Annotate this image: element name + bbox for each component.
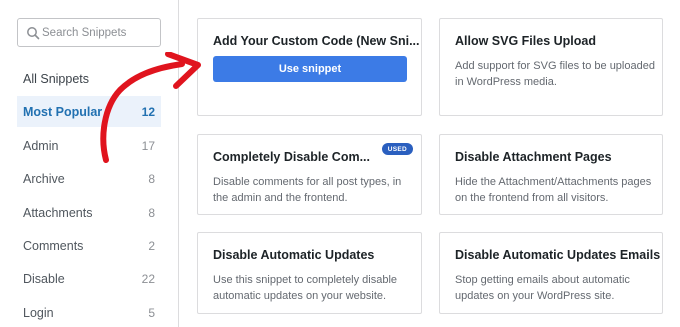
snippet-title: Completely Disable Com... bbox=[213, 150, 370, 164]
snippet-category-sidebar: All Snippets Most Popular 12 Admin 17 Ar… bbox=[0, 0, 179, 327]
snippet-card-disable-automatic-updates[interactable]: Disable Automatic Updates Use this snipp… bbox=[197, 232, 422, 314]
category-count: 17 bbox=[141, 138, 155, 153]
category-label: Attachments bbox=[23, 205, 93, 220]
snippet-description: Add support for SVG files to be uploaded… bbox=[455, 58, 655, 90]
category-most-popular[interactable]: Most Popular 12 bbox=[17, 96, 161, 127]
category-label: Comments bbox=[23, 238, 84, 253]
category-label: Admin bbox=[23, 138, 59, 153]
snippet-description: Disable comments for all post types, in … bbox=[213, 174, 401, 206]
category-label: All Snippets bbox=[23, 71, 90, 86]
description-line: Stop getting emails about automatic bbox=[455, 274, 630, 286]
description-line: Hide the Attachment/Attachments pages bbox=[455, 176, 652, 188]
search-icon bbox=[27, 27, 40, 40]
snippet-description: Stop getting emails about automatic upda… bbox=[455, 272, 630, 304]
category-admin[interactable]: Admin 17 bbox=[17, 130, 161, 161]
snippet-card-disable-update-emails[interactable]: Disable Automatic Updates Emails Stop ge… bbox=[439, 232, 663, 314]
description-line: the admin and the frontend. bbox=[213, 192, 348, 204]
category-count: 12 bbox=[141, 104, 155, 119]
description-line: Add support for SVG files to be uploaded bbox=[455, 60, 655, 72]
category-attachments[interactable]: Attachments 8 bbox=[17, 197, 161, 228]
category-archive[interactable]: Archive 8 bbox=[17, 163, 161, 194]
category-label: Disable bbox=[23, 271, 65, 286]
snippet-card-disable-attachment-pages[interactable]: Disable Attachment Pages Hide the Attach… bbox=[439, 134, 663, 215]
category-count: 8 bbox=[148, 171, 155, 186]
description-line: on the frontend from all visitors. bbox=[455, 192, 609, 204]
use-snippet-button[interactable]: Use snippet bbox=[213, 56, 407, 82]
category-all-snippets[interactable]: All Snippets bbox=[17, 63, 161, 94]
category-disable[interactable]: Disable 22 bbox=[17, 263, 161, 294]
snippet-title: Disable Attachment Pages bbox=[455, 150, 612, 164]
category-count: 8 bbox=[148, 205, 155, 220]
description-line: automatic updates on your website. bbox=[213, 290, 387, 302]
description-line: Disable comments for all post types, in bbox=[213, 176, 402, 188]
description-line: Use this snippet to completely disable bbox=[213, 274, 398, 286]
snippet-description: Hide the Attachment/Attachments pages on… bbox=[455, 174, 651, 206]
used-badge: USED bbox=[381, 143, 413, 155]
category-label: Archive bbox=[23, 171, 65, 186]
category-count: 5 bbox=[148, 305, 155, 320]
snippet-description: Use this snippet to completely disable a… bbox=[213, 272, 397, 304]
snippet-title: Disable Automatic Updates bbox=[213, 248, 375, 262]
description-line: updates on your WordPress site. bbox=[455, 290, 615, 302]
category-count: 22 bbox=[141, 271, 155, 286]
snippet-title: Allow SVG Files Upload bbox=[455, 34, 596, 48]
category-label: Login bbox=[23, 305, 54, 320]
category-count: 2 bbox=[148, 238, 155, 253]
category-label: Most Popular bbox=[23, 104, 103, 119]
snippet-title: Disable Automatic Updates Emails bbox=[455, 248, 661, 262]
snippet-card-disable-comments[interactable]: Completely Disable Com... USED Disable c… bbox=[197, 134, 422, 215]
snippet-card-allow-svg-upload[interactable]: Allow SVG Files Upload Add support for S… bbox=[439, 18, 663, 116]
snippet-title: Add Your Custom Code (New Sni... bbox=[213, 34, 420, 48]
search-box[interactable] bbox=[17, 18, 161, 47]
snippet-card-add-custom-code[interactable]: Add Your Custom Code (New Sni... Use sni… bbox=[197, 18, 422, 116]
category-comments[interactable]: Comments 2 bbox=[17, 230, 161, 261]
search-input[interactable] bbox=[42, 19, 158, 46]
category-login[interactable]: Login 5 bbox=[17, 297, 161, 327]
description-line: in WordPress media. bbox=[455, 76, 557, 88]
